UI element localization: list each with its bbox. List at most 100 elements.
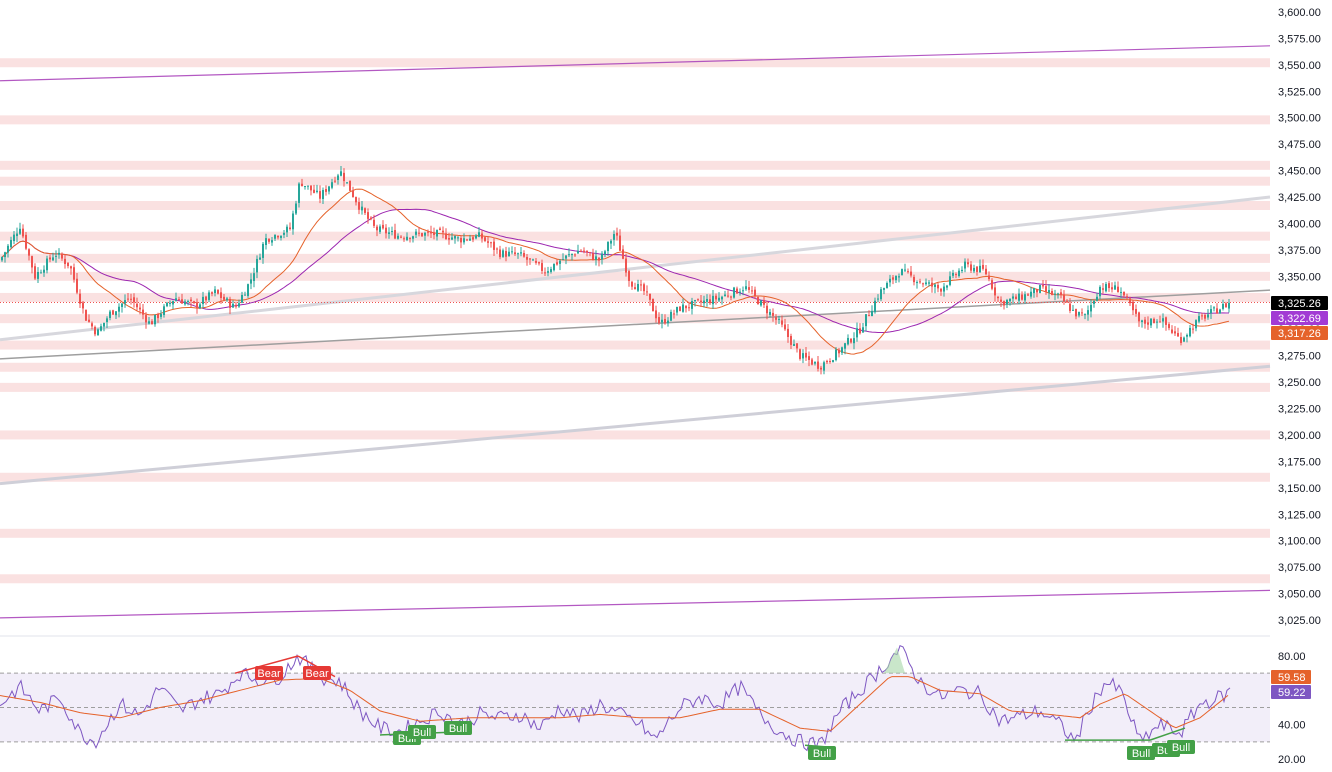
price-axis[interactable]: 3,600.00 3,575.00 3,550.00 3,525.00 3,500.00… — [1271, 7, 1328, 627]
rsi-pane — [0, 645, 1270, 752]
candle-body — [109, 311, 111, 318]
candle-body — [391, 230, 393, 232]
candle-body — [280, 235, 282, 238]
candle-body — [61, 254, 63, 259]
candle-body — [259, 257, 261, 260]
candle-body — [961, 269, 963, 272]
candle-body — [799, 349, 801, 359]
candle-body — [16, 233, 18, 237]
candle-body — [1030, 291, 1032, 297]
candle-body — [814, 361, 816, 364]
candle-body — [775, 317, 777, 320]
candle-body — [487, 241, 489, 243]
candle-body — [685, 305, 687, 309]
candle-body — [226, 298, 228, 301]
signal-label-text: Bull — [413, 727, 431, 739]
candle-body — [1117, 286, 1119, 293]
price-tick-label: 3,050.00 — [1278, 589, 1321, 601]
candle-body — [481, 233, 483, 239]
candle-body — [1063, 294, 1065, 302]
candle-body — [1126, 296, 1128, 298]
candle-body — [43, 269, 45, 273]
candle-body — [664, 318, 666, 324]
resistance-zone — [0, 231, 1270, 241]
candle-body — [1066, 300, 1068, 303]
candle-body — [1174, 331, 1176, 334]
candle-body — [1138, 312, 1140, 322]
candle-body — [418, 232, 420, 234]
candle-body — [718, 297, 720, 301]
candle-body — [1216, 308, 1218, 314]
candle-body — [541, 263, 543, 271]
candle-body — [1075, 308, 1077, 317]
price-tick-label: 3,400.00 — [1278, 218, 1321, 230]
candle-body — [1159, 321, 1161, 323]
candle-body — [823, 362, 825, 371]
candle-body — [586, 250, 588, 253]
candle-body — [736, 288, 738, 294]
candle-body — [673, 313, 675, 315]
candle-body — [721, 296, 723, 300]
candle-body — [1120, 291, 1122, 293]
candle-body — [232, 303, 234, 308]
candle-body — [211, 292, 213, 294]
candle-body — [103, 322, 105, 327]
candle-body — [772, 312, 774, 316]
price-tick-label: 3,125.00 — [1278, 509, 1321, 521]
candle-body — [508, 251, 510, 257]
candle-body — [832, 360, 834, 363]
candle-body — [682, 304, 684, 312]
candle-body — [940, 288, 942, 292]
candle-body — [817, 361, 819, 369]
chart-canvas[interactable]: Bear BearBullBull BullBull Bull BullBull 3,6… — [0, 0, 1332, 767]
rsi-tick-label: 80.00 — [1278, 651, 1306, 663]
candle-body — [754, 289, 756, 296]
trading-chart[interactable]: Bear Bear Bull Bull Bull Bull Bull Bull Bull 3,6… — [0, 0, 1332, 767]
candle-body — [1183, 337, 1185, 342]
resistance-zone — [0, 472, 1270, 482]
candle-body — [346, 182, 348, 184]
rsi-axis[interactable]: 80.00 40.00 20.00 59.58 59.22 — [1271, 651, 1311, 766]
candle-body — [442, 230, 444, 233]
candle-body — [271, 240, 273, 243]
candle-body — [1096, 296, 1098, 301]
candle-body — [1192, 328, 1194, 330]
price-tick-label: 3,175.00 — [1278, 456, 1321, 468]
candle-body — [394, 230, 396, 239]
candle-body — [883, 288, 885, 290]
candle-body — [631, 281, 633, 287]
candle-body — [1009, 298, 1011, 302]
candle-body — [352, 190, 354, 197]
candle-body — [169, 302, 171, 304]
candle-body — [529, 258, 531, 260]
candle-body — [535, 260, 537, 263]
candle-body — [913, 276, 915, 283]
candle-body — [745, 286, 747, 290]
candle-body — [373, 219, 375, 226]
candle-body — [517, 253, 519, 255]
candle-body — [1078, 311, 1080, 316]
candle-body — [547, 271, 549, 273]
candle-body — [148, 321, 150, 324]
trendline-bottom-channel[interactable] — [0, 589, 1271, 619]
price-tick-label: 3,375.00 — [1278, 245, 1321, 257]
candle-body — [616, 232, 618, 236]
candle-body — [343, 172, 345, 182]
candle-body — [475, 235, 477, 239]
candle-body — [979, 265, 981, 273]
candle-body — [184, 301, 186, 305]
candle-body — [202, 296, 204, 305]
last-price-tag: 3,325.26 — [1278, 298, 1321, 310]
candle-body — [409, 237, 411, 239]
candle-body — [715, 295, 717, 300]
candle-body — [88, 319, 90, 322]
resistance-zone — [0, 160, 1270, 170]
candle-body — [577, 250, 579, 254]
candle-body — [688, 307, 690, 309]
candle-body — [268, 238, 270, 242]
candle-body — [757, 297, 759, 305]
candle-body — [142, 309, 144, 315]
candle-body — [856, 328, 858, 338]
candle-body — [601, 253, 603, 260]
candle-body — [217, 289, 219, 294]
